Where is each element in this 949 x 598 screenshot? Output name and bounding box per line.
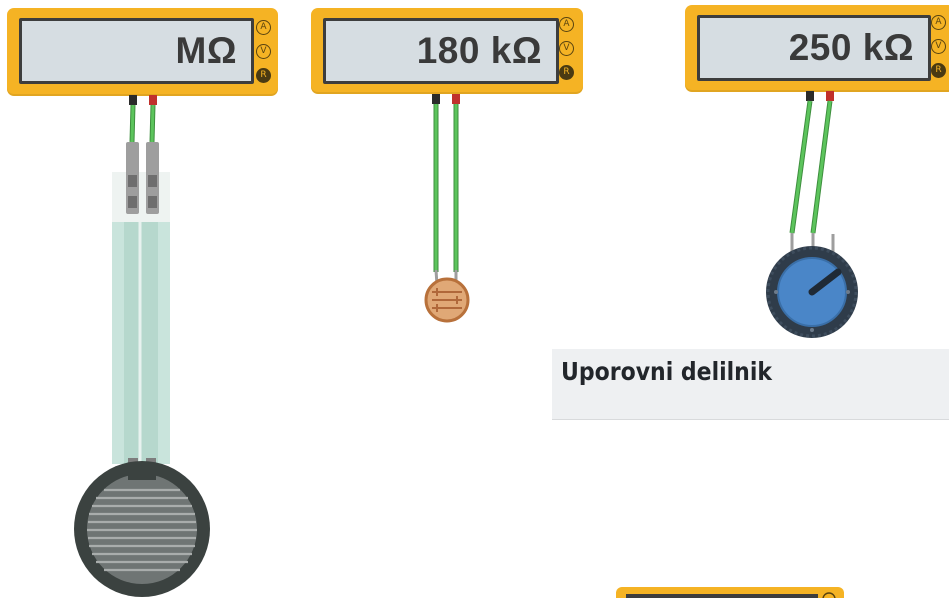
force-sensor[interactable]: [74, 142, 210, 597]
multimeter-1-probes: [129, 95, 157, 105]
multimeter-2-probes: [432, 94, 460, 104]
multimeter-3-probes: [806, 91, 834, 101]
circuit-canvas: [74, 91, 858, 598]
potentiometer[interactable]: [766, 246, 858, 338]
potentiometer-wires[interactable]: [789, 100, 835, 252]
photoresistor[interactable]: [424, 277, 470, 323]
section-title: Uporovni delilnik: [561, 357, 773, 386]
photoresistor-wires[interactable]: [433, 104, 459, 286]
multimeter-4-partial[interactable]: [616, 587, 844, 598]
force-sensor-wires[interactable]: [129, 104, 156, 143]
section-header: Uporovni delilnik: [552, 349, 949, 420]
